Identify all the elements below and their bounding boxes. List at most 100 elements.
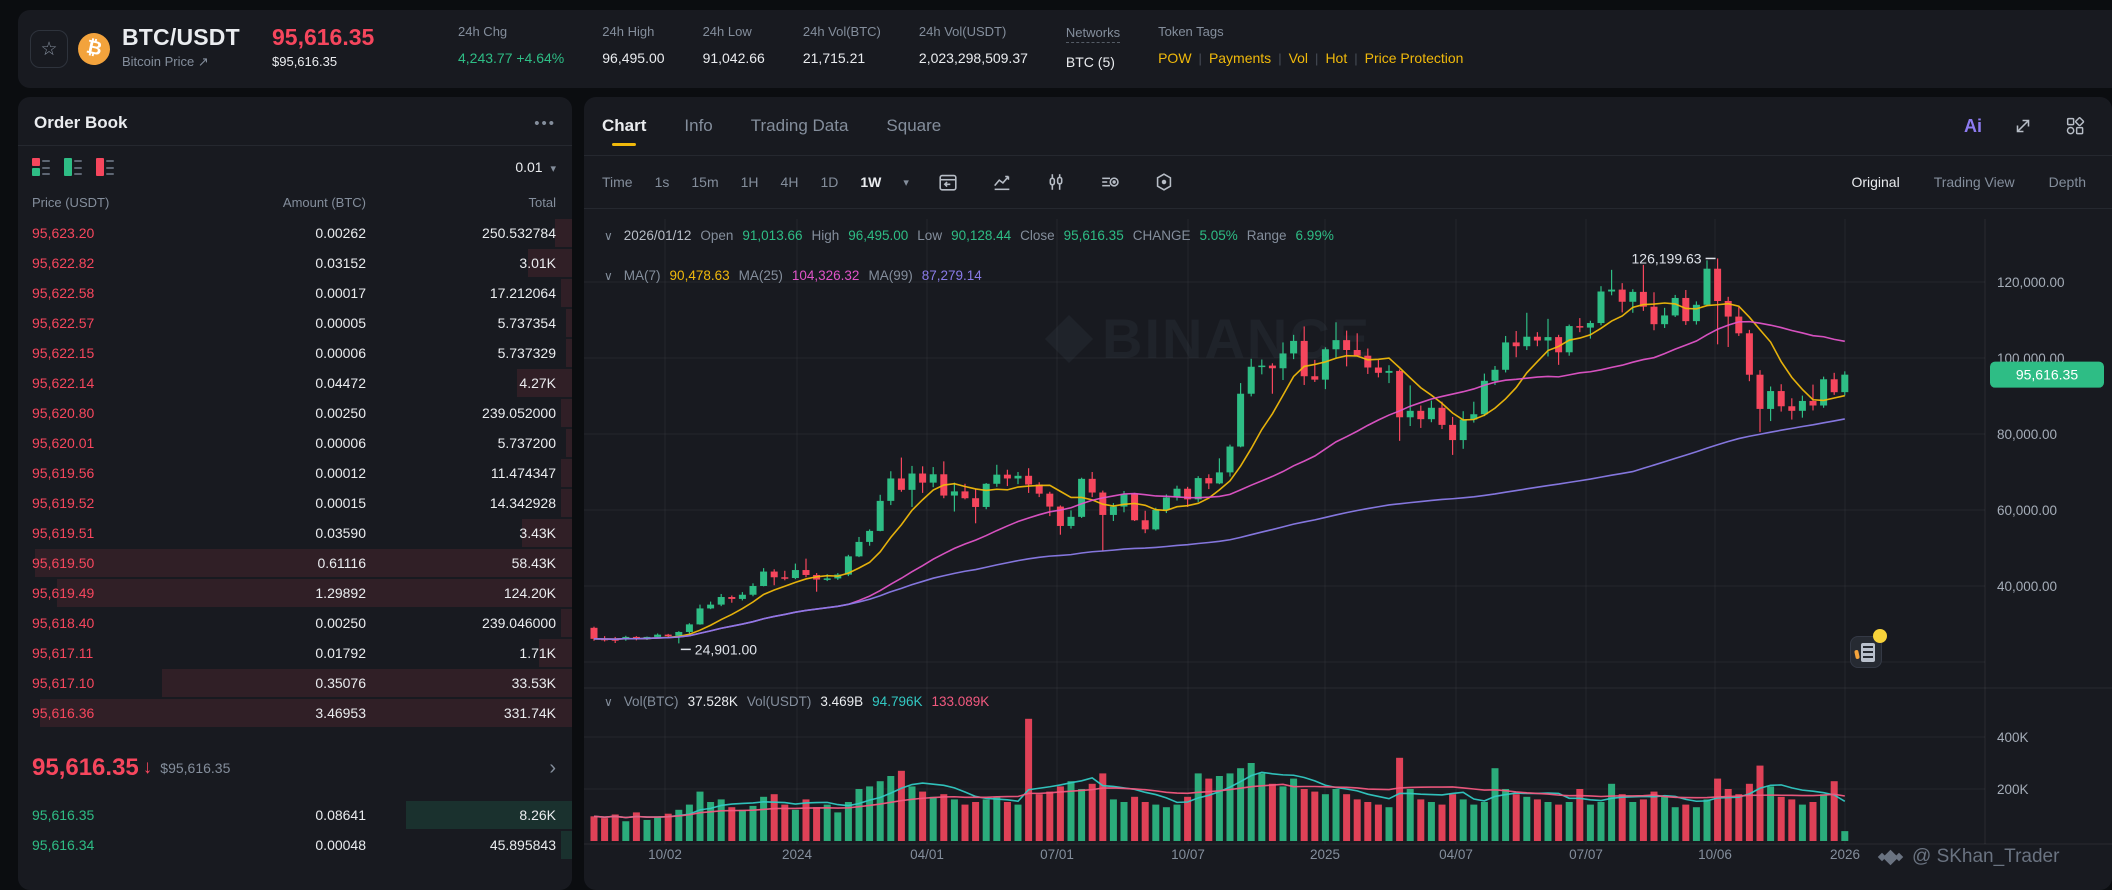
tab-chart[interactable]: Chart [602,98,646,154]
depth-bar [561,489,572,517]
candle-chart-icon[interactable] [1045,171,1067,193]
layout-grid-icon[interactable] [2064,115,2086,137]
settings-icon[interactable] [1153,171,1175,193]
stat-value: 96,495.00 [602,50,664,66]
total-cell: 5.737329 [366,345,556,361]
ask-row[interactable]: 95,619.520.0001514.342928 [18,488,572,518]
calendar-icon[interactable] [937,171,959,193]
total-cell: 11.474347 [366,465,556,481]
ask-row[interactable]: 95,619.491.29892124.20K [18,578,572,608]
view-tab-trading-view[interactable]: Trading View [1934,174,2015,190]
precision-dropdown[interactable]: 0.01 ▾ [515,159,556,175]
chevron-down-icon[interactable]: ∨ [604,695,613,709]
token-tag-link[interactable]: Vol [1289,50,1308,66]
tab-info[interactable]: Info [684,98,712,154]
news-feed-button[interactable] [1850,636,1882,668]
token-tag-link[interactable]: Hot [1325,50,1347,66]
token-tag-link[interactable]: POW [1158,50,1191,66]
ask-row[interactable]: 95,620.010.000065.737200 [18,428,572,458]
chart-area: BINANCE 126,199.6324,901.00120,000.00100… [584,218,2112,890]
ask-row[interactable]: 95,623.200.00262250.532784 [18,218,572,248]
bid-row[interactable]: 95,616.350.086418.26K [18,800,572,830]
price-cell: 95,619.50 [32,555,182,571]
ask-row[interactable]: 95,617.100.3507633.53K [18,668,572,698]
ask-row[interactable]: 95,619.560.0001211.474347 [18,458,572,488]
token-tag-link[interactable]: Payments [1209,50,1271,66]
fullscreen-icon[interactable] [2012,115,2034,137]
last-price: 95,616.35 [272,24,374,51]
ask-row[interactable]: 95,618.400.00250239.046000 [18,608,572,638]
header-stat: 24h High96,495.00 [602,24,664,70]
svg-text:80,000.00: 80,000.00 [1997,427,2057,442]
book-view-bids-icon[interactable] [64,158,84,176]
ask-row[interactable]: 95,622.580.0001717.212064 [18,278,572,308]
symbol-subtitle[interactable]: Bitcoin Price ↗ [122,54,209,70]
interval-15m[interactable]: 15m [691,174,718,190]
total-cell: 58.43K [366,555,556,571]
chart-style-icon[interactable] [991,171,1013,193]
vol-value: 133.089K [931,694,989,709]
legend-value: 6.99% [1296,228,1334,243]
order-book-panel: Order Book ••• 0.01 ▾ [18,97,572,890]
chart-view-tabs: Original Trading View Depth [1851,174,2086,190]
book-ticker[interactable]: 95,616.35 ↓ $95,616.35 › [18,740,572,792]
depth-bar [561,831,572,859]
svg-text:07/01: 07/01 [1040,847,1074,862]
view-tab-original[interactable]: Original [1851,174,1899,190]
col-total: Total [366,195,556,210]
networks-label[interactable]: Networks [1066,25,1120,43]
ask-row[interactable]: 95,616.363.46953331.74K [18,698,572,728]
ask-row[interactable]: 95,619.500.6111658.43K [18,548,572,578]
interval-4h[interactable]: 4H [781,174,799,190]
price-cell: 95,623.20 [32,225,182,241]
price-cell: 95,622.14 [32,375,182,391]
interval-1s[interactable]: 1s [655,174,670,190]
ask-row[interactable]: 95,619.510.035903.43K [18,518,572,548]
tab-trading-data[interactable]: Trading Data [751,98,849,154]
chart-header-icons: Ai [1964,97,2086,155]
interval-more-icon[interactable]: ▾ [903,176,909,189]
ask-row[interactable]: 95,620.800.00250239.052000 [18,398,572,428]
price-cell: 95,622.82 [32,255,182,271]
bid-row[interactable]: 95,616.340.0004845.895843 [18,830,572,860]
price-cell: 95,616.36 [32,705,182,721]
vol-value: 3.469B [820,694,863,709]
token-tag-link[interactable]: Price Protection [1365,50,1464,66]
ask-row[interactable]: 95,622.150.000065.737329 [18,338,572,368]
chart-canvas[interactable]: 126,199.6324,901.00120,000.00100,000.008… [584,218,2112,890]
svg-text:04/01: 04/01 [910,847,944,862]
book-view-both-icon[interactable] [32,158,52,176]
tab-square[interactable]: Square [886,98,941,154]
view-tab-depth[interactable]: Depth [2049,174,2086,190]
header-networks: NetworksBTC (5) [1066,24,1120,70]
ask-row[interactable]: 95,622.820.031523.01K [18,248,572,278]
ma-label: MA(7) [624,268,661,283]
chevron-down-icon[interactable]: ∨ [604,229,613,243]
total-cell: 5.737200 [366,435,556,451]
interval-1d[interactable]: 1D [820,174,838,190]
indicators-icon[interactable] [1099,171,1121,193]
interval-label: Time [602,174,633,190]
ai-assistant-icon[interactable]: Ai [1964,116,1982,137]
legend-label: CHANGE [1133,228,1191,243]
ask-row[interactable]: 95,622.570.000055.737354 [18,308,572,338]
chevron-down-icon[interactable]: ∨ [604,269,613,283]
chevron-down-icon: ▾ [550,163,556,175]
ask-row[interactable]: 95,622.140.044724.27K [18,368,572,398]
book-ticker-usd: $95,616.35 [160,760,549,776]
ma-value: 90,478.63 [670,268,730,283]
stat-value: 21,715.21 [803,50,881,66]
amount-cell: 0.00015 [182,495,366,511]
asks-list: 95,623.200.00262250.53278495,622.820.031… [18,218,572,728]
notification-dot [1873,629,1887,643]
favorite-button[interactable]: ☆ [30,30,68,68]
more-options-icon[interactable]: ••• [534,115,556,132]
book-view-asks-icon[interactable] [96,158,116,176]
ask-row[interactable]: 95,617.110.017921.71K [18,638,572,668]
interval-1h[interactable]: 1H [741,174,759,190]
interval-1w[interactable]: 1W [860,174,881,190]
amount-cell: 0.00250 [182,615,366,631]
token-tags-label: Token Tags [1158,24,1463,39]
legend-value: 5.05% [1199,228,1237,243]
last-price-usd: $95,616.35 [272,54,337,69]
